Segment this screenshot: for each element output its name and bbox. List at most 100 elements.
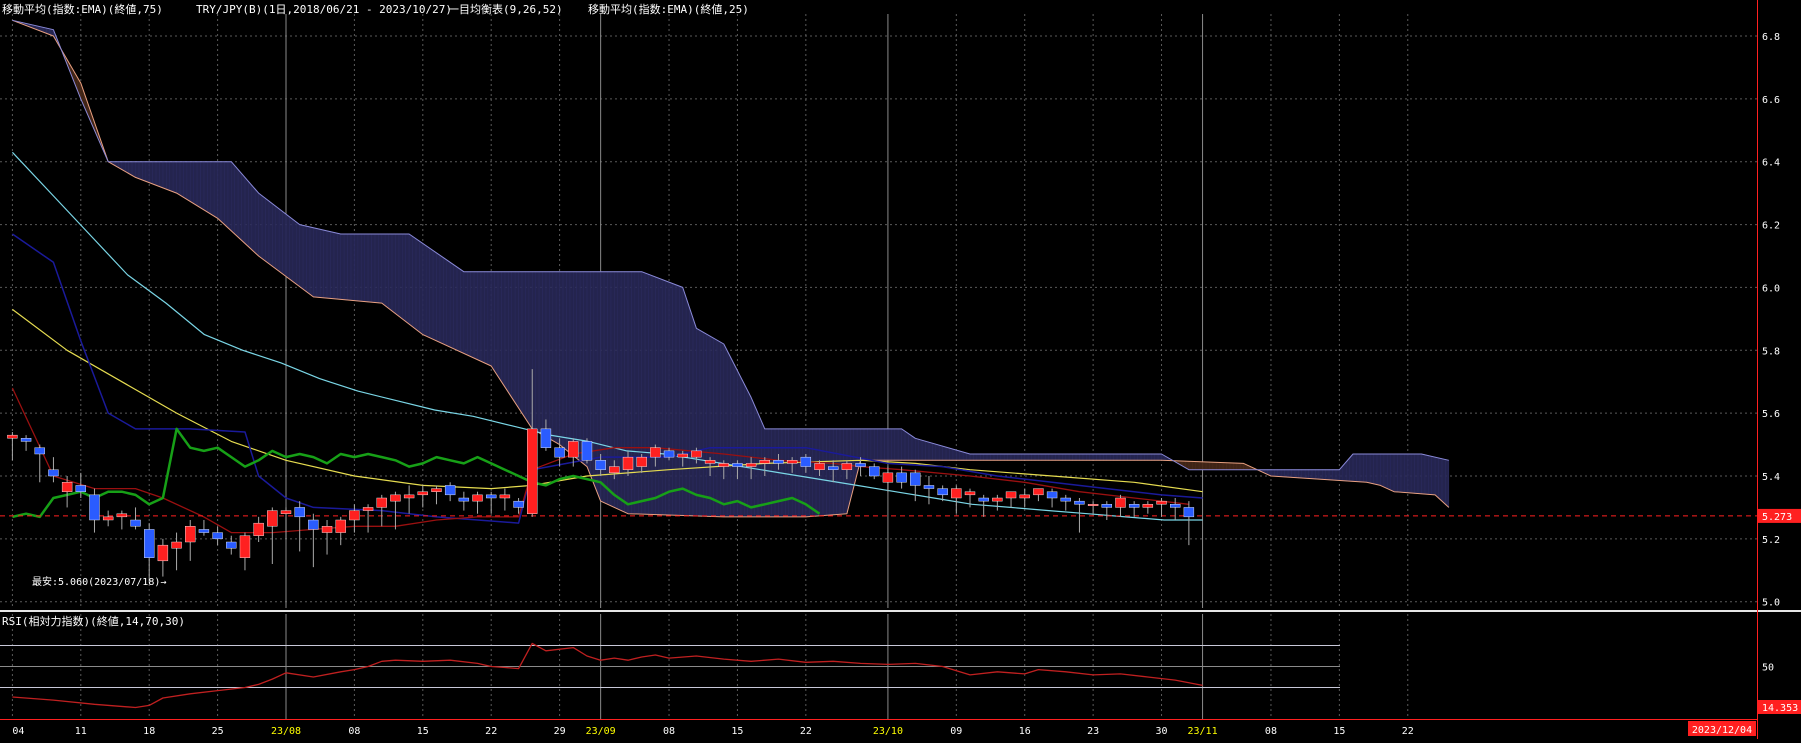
ichimoku-cloud-segment [460,268,465,354]
ichimoku-cloud-segment [449,261,454,350]
candle-body [773,460,784,464]
candle-body [650,447,661,458]
ichimoku-cloud-segment [155,161,160,188]
ichimoku-cloud-segment [490,271,495,373]
ichimoku-cloud-segment [1048,453,1053,461]
ichimoku-cloud-segment [295,221,300,288]
ichimoku-cloud-segment [1089,453,1094,461]
ichimoku-cloud-segment [583,271,588,468]
ichimoku-cloud-segment [210,161,215,217]
ichimoku-cloud-segment [1099,453,1104,461]
x-tick-label: 18 [143,726,155,737]
ichimoku-cloud-segment [443,257,448,347]
y-tick-label: 6.2 [1762,221,1780,232]
candle-body [499,494,511,499]
ichimoku-cloud-segment [788,428,793,518]
candle-body [745,463,757,467]
candle-body [1156,500,1167,505]
ichimoku-cloud-segment [822,428,827,516]
ichimoku-cloud-segment [535,271,540,434]
ichimoku-cloud-segment [1236,462,1241,471]
ichimoku-cloud-segment [1000,453,1005,461]
ichimoku-cloud-segment [829,428,834,516]
y-tick-label: 6.6 [1762,95,1780,106]
ichimoku-cloud-segment [716,339,721,518]
candle-body [855,463,866,467]
ichimoku-cloud-segment [808,428,813,517]
candle-body [800,456,812,467]
candle-body [61,482,73,492]
ichimoku-cloud-segment [384,233,389,309]
ichimoku-cloud-segment [1192,461,1197,471]
ichimoku-cloud-segment [436,252,441,343]
ichimoku-cloud-segment [1410,453,1415,494]
ichimoku-cloud-segment [398,233,403,320]
ichimoku-cloud-segment [511,271,516,404]
candle-body [814,463,825,470]
ichimoku-cloud-segment [227,161,232,232]
ichimoku-cloud-segment [1157,453,1162,461]
ichimoku-cloud-segment [278,208,283,275]
candle-body [636,456,647,467]
ichimoku-cloud-segment [1421,453,1426,495]
ichimoku-cloud-segment [1417,453,1422,495]
ichimoku-cloud-segment [538,271,543,436]
ichimoku-cloud-segment [1332,469,1337,481]
ichimoku-cloud-segment [142,161,147,182]
y-tick-label: 5.8 [1762,346,1780,357]
ichimoku-cloud-segment [388,233,393,312]
candle-body [417,491,428,496]
candle-body [759,460,770,464]
ichimoku-cloud-segment [1031,453,1036,461]
ichimoku-cloud-segment [234,164,239,238]
ichimoku-cloud-segment [1020,453,1026,461]
ichimoku-cloud-segment [251,184,256,254]
ichimoku-cloud-segment [1085,453,1090,461]
ichimoku-cloud-segment [1373,453,1378,486]
ichimoku-cloud-segment [381,233,386,307]
ichimoku-cloud-segment [1431,455,1436,496]
ichimoku-cloud-segment [531,271,536,432]
ichimoku-cloud-segment [169,161,174,193]
ichimoku-cloud-segment [1130,453,1135,461]
ichimoku-cloud-segment [1072,453,1077,461]
candle-body [7,434,18,439]
ichimoku-cloud-segment [1434,456,1439,499]
ichimoku-cloud-segment [620,271,625,513]
ichimoku-cloud-segment [405,233,410,325]
y-tick-label: 6.0 [1762,283,1780,294]
ichimoku-legend: 一目均衡表(9,26,52) [448,3,563,16]
candle-body [1128,504,1140,508]
ichimoku-cloud-segment [1209,461,1214,471]
candle-body [431,488,442,492]
ichimoku-cloud-segment [248,180,253,251]
candle-body [335,519,346,533]
ichimoku-cloud-segment [429,247,434,340]
y-tick-label: 6.4 [1762,158,1780,169]
ichimoku-cloud-segment [959,450,964,461]
ichimoku-cloud-segment [275,205,280,272]
ichimoku-cloud-segment [713,337,718,517]
candle-body [978,497,989,502]
candle-body [923,485,935,489]
ichimoku-cloud-segment [1390,453,1395,493]
candle-body [444,485,456,496]
x-tick-label: 22 [485,726,497,737]
candle-body [321,526,333,533]
ichimoku-cloud-segment [1038,453,1043,461]
candle-body [294,507,305,518]
ichimoku-cloud-segment [839,428,844,515]
candle-body [20,438,32,442]
ichimoku-cloud-segment [1270,469,1275,477]
ichimoku-cloud-segment [706,333,711,517]
candle-body [951,488,962,499]
ichimoku-cloud-segment [1027,453,1032,461]
ichimoku-cloud-segment [945,446,950,461]
ichimoku-cloud-segment [1092,453,1097,461]
ichimoku-cloud-segment [480,271,485,364]
ichimoku-cloud-segment [743,383,749,518]
ichimoku-cloud-segment [1298,469,1303,479]
candle-body [704,460,716,464]
ichimoku-cloud-segment [432,249,437,342]
ichimoku-cloud-segment [1386,453,1391,491]
